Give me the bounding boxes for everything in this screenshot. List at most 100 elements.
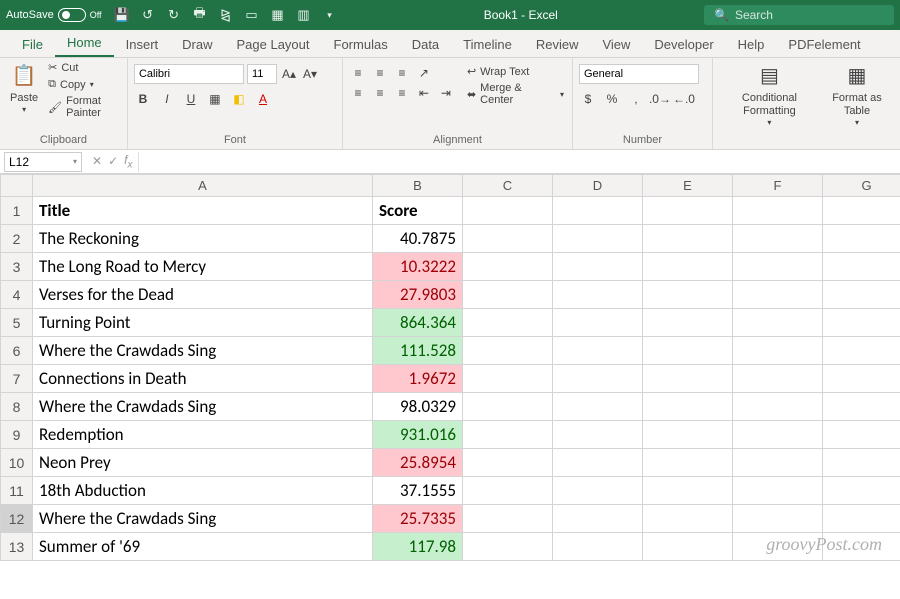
cell-D13[interactable] bbox=[553, 533, 643, 561]
indent-increase-icon[interactable]: ⇥ bbox=[437, 84, 455, 102]
cell-A6[interactable]: Where the Crawdads Sing bbox=[33, 337, 373, 365]
cell-A7[interactable]: Connections in Death bbox=[33, 365, 373, 393]
align-bottom-icon[interactable]: ≡ bbox=[393, 64, 411, 82]
tab-view[interactable]: View bbox=[590, 31, 642, 57]
cell-G5[interactable] bbox=[823, 309, 900, 337]
touch-icon[interactable]: ▭ bbox=[244, 7, 260, 23]
cell-E11[interactable] bbox=[643, 477, 733, 505]
cell-E9[interactable] bbox=[643, 421, 733, 449]
format-as-table-button[interactable]: ▦ Format as Table▾ bbox=[820, 60, 894, 130]
cell-B3[interactable]: 10.3222 bbox=[373, 253, 463, 281]
cell-F13[interactable] bbox=[733, 533, 823, 561]
cell-G3[interactable] bbox=[823, 253, 900, 281]
merge-center-button[interactable]: ⬌Merge & Center▾ bbox=[465, 81, 566, 107]
increase-decimal-icon[interactable]: .0→ bbox=[651, 90, 669, 108]
row-header-7[interactable]: 7 bbox=[1, 365, 33, 393]
cell-D8[interactable] bbox=[553, 393, 643, 421]
wrap-text-button[interactable]: ↩Wrap Text bbox=[465, 64, 566, 79]
row-header-5[interactable]: 5 bbox=[1, 309, 33, 337]
cell-C3[interactable] bbox=[463, 253, 553, 281]
cell-C10[interactable] bbox=[463, 449, 553, 477]
cell-A1[interactable]: Title bbox=[33, 197, 373, 225]
cell-A12[interactable]: Where the Crawdads Sing bbox=[33, 505, 373, 533]
comma-icon[interactable]: , bbox=[627, 90, 645, 108]
decrease-font-icon[interactable]: A▾ bbox=[301, 65, 319, 83]
cell-C5[interactable] bbox=[463, 309, 553, 337]
column-header-D[interactable]: D bbox=[553, 175, 643, 197]
print-icon[interactable]: 🖶 bbox=[192, 7, 208, 23]
cell-A8[interactable]: Where the Crawdads Sing bbox=[33, 393, 373, 421]
column-header-C[interactable]: C bbox=[463, 175, 553, 197]
cell-F11[interactable] bbox=[733, 477, 823, 505]
column-header-E[interactable]: E bbox=[643, 175, 733, 197]
cell-F7[interactable] bbox=[733, 365, 823, 393]
cell-D6[interactable] bbox=[553, 337, 643, 365]
row-header-3[interactable]: 3 bbox=[1, 253, 33, 281]
open-icon[interactable]: ▥ bbox=[296, 7, 312, 23]
cell-G1[interactable] bbox=[823, 197, 900, 225]
bold-button[interactable]: B bbox=[134, 90, 152, 108]
cell-A3[interactable]: The Long Road to Mercy bbox=[33, 253, 373, 281]
cut-button[interactable]: ✂Cut bbox=[46, 60, 121, 75]
cell-F9[interactable] bbox=[733, 421, 823, 449]
tab-timeline[interactable]: Timeline bbox=[451, 31, 524, 57]
tab-help[interactable]: Help bbox=[726, 31, 777, 57]
row-header-2[interactable]: 2 bbox=[1, 225, 33, 253]
cell-E2[interactable] bbox=[643, 225, 733, 253]
cell-A4[interactable]: Verses for the Dead bbox=[33, 281, 373, 309]
cell-D1[interactable] bbox=[553, 197, 643, 225]
align-right-icon[interactable]: ≡ bbox=[393, 84, 411, 102]
cell-C6[interactable] bbox=[463, 337, 553, 365]
column-header-A[interactable]: A bbox=[33, 175, 373, 197]
cell-F2[interactable] bbox=[733, 225, 823, 253]
cell-D11[interactable] bbox=[553, 477, 643, 505]
column-header-G[interactable]: G bbox=[823, 175, 900, 197]
row-header-12[interactable]: 12 bbox=[1, 505, 33, 533]
cell-E12[interactable] bbox=[643, 505, 733, 533]
new-icon[interactable]: ▦ bbox=[270, 7, 286, 23]
fx-icon[interactable]: fx bbox=[124, 153, 132, 170]
search-box[interactable]: 🔍 Search bbox=[704, 5, 894, 25]
cell-B4[interactable]: 27.9803 bbox=[373, 281, 463, 309]
cell-F8[interactable] bbox=[733, 393, 823, 421]
paste-button[interactable]: 📋 Paste ▾ bbox=[6, 60, 42, 117]
tab-file[interactable]: File bbox=[10, 31, 55, 57]
cell-G2[interactable] bbox=[823, 225, 900, 253]
row-header-6[interactable]: 6 bbox=[1, 337, 33, 365]
tab-pdfelement[interactable]: PDFelement bbox=[776, 31, 872, 57]
increase-font-icon[interactable]: A▴ bbox=[280, 65, 298, 83]
cell-G9[interactable] bbox=[823, 421, 900, 449]
cell-G6[interactable] bbox=[823, 337, 900, 365]
enter-formula-icon[interactable]: ✓ bbox=[108, 154, 118, 168]
cell-B8[interactable]: 98.0329 bbox=[373, 393, 463, 421]
autosave-toggle[interactable]: AutoSave Off bbox=[6, 8, 102, 22]
percent-icon[interactable]: % bbox=[603, 90, 621, 108]
cell-E10[interactable] bbox=[643, 449, 733, 477]
cell-A5[interactable]: Turning Point bbox=[33, 309, 373, 337]
cell-F10[interactable] bbox=[733, 449, 823, 477]
cell-B6[interactable]: 111.528 bbox=[373, 337, 463, 365]
name-box[interactable]: L12 ▾ bbox=[4, 152, 82, 172]
font-color-button[interactable]: A bbox=[254, 90, 272, 108]
number-format-select[interactable] bbox=[579, 64, 699, 84]
cell-C4[interactable] bbox=[463, 281, 553, 309]
cell-B9[interactable]: 931.016 bbox=[373, 421, 463, 449]
cell-D10[interactable] bbox=[553, 449, 643, 477]
tab-developer[interactable]: Developer bbox=[642, 31, 725, 57]
cell-D12[interactable] bbox=[553, 505, 643, 533]
align-center-icon[interactable]: ≡ bbox=[371, 84, 389, 102]
cell-B2[interactable]: 40.7875 bbox=[373, 225, 463, 253]
column-header-B[interactable]: B bbox=[373, 175, 463, 197]
cell-C11[interactable] bbox=[463, 477, 553, 505]
cell-G10[interactable] bbox=[823, 449, 900, 477]
cell-C12[interactable] bbox=[463, 505, 553, 533]
format-painter-button[interactable]: 🖌Format Painter bbox=[46, 94, 121, 120]
cell-B13[interactable]: 117.98 bbox=[373, 533, 463, 561]
row-header-4[interactable]: 4 bbox=[1, 281, 33, 309]
cell-G7[interactable] bbox=[823, 365, 900, 393]
tab-insert[interactable]: Insert bbox=[114, 31, 171, 57]
cell-G11[interactable] bbox=[823, 477, 900, 505]
cell-B5[interactable]: 864.364 bbox=[373, 309, 463, 337]
cell-D9[interactable] bbox=[553, 421, 643, 449]
formula-input[interactable] bbox=[138, 152, 900, 172]
